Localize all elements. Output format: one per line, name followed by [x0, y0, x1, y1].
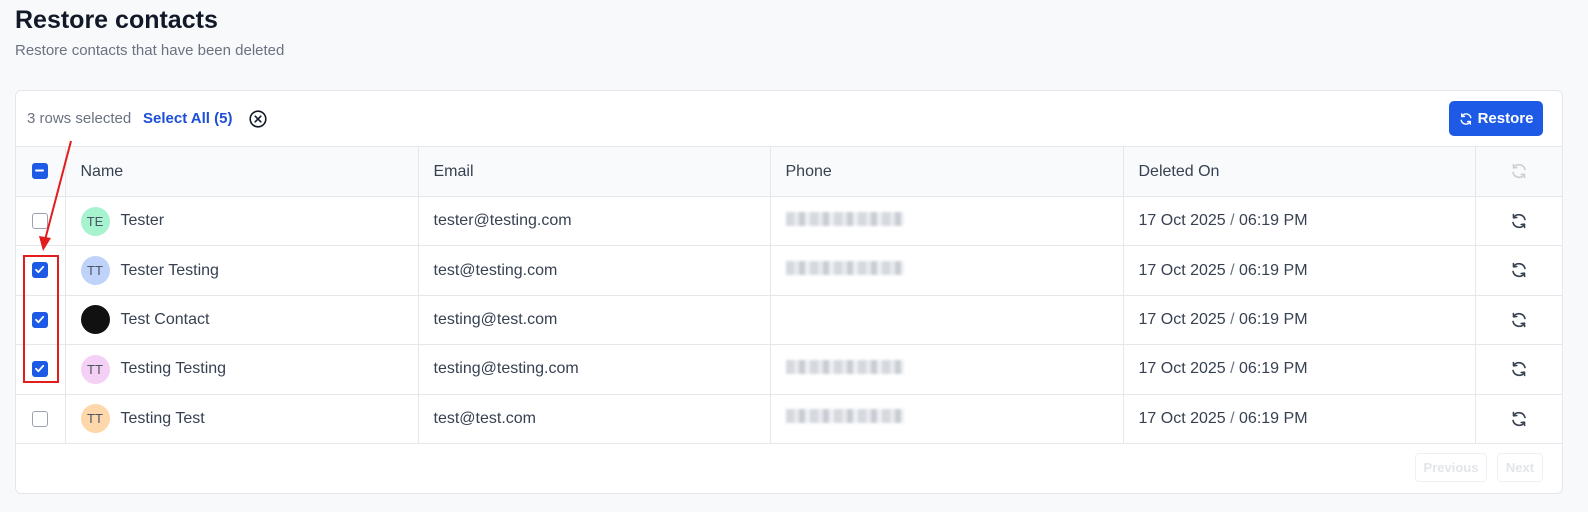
table-row[interactable]: Test Contact testing@test.com 17 Oct 2025 … — [16, 294, 1562, 345]
deleted-time: 06:19 PM — [1239, 360, 1308, 378]
phone-redacted — [785, 211, 904, 226]
deleted-date: 17 Oct 2025 — [1138, 409, 1226, 427]
refresh-icon — [1460, 112, 1472, 125]
date-separator: / — [1230, 360, 1235, 378]
row-checkbox[interactable] — [32, 212, 49, 229]
row-checkbox[interactable] — [32, 262, 49, 279]
table-header-row: Name Email Phone Deleted On — [16, 146, 1562, 197]
avatar: TT — [80, 256, 110, 286]
contact-email: testing@test.com — [417, 294, 770, 345]
previous-page-button[interactable]: Previous — [1415, 453, 1487, 482]
date-separator: / — [1230, 261, 1235, 279]
selected-count-text: 3 rows selected — [27, 110, 132, 127]
pagination: Previous Next — [1415, 453, 1543, 482]
avatar: TT — [80, 354, 110, 384]
contact-name: Tester Testing — [120, 261, 219, 279]
selection-toolbar: 3 rows selected Select All (5) Restore — [16, 91, 1562, 147]
table-row[interactable]: TT Testing Test test@test.com 17 Oct 2025 /… — [16, 393, 1562, 444]
page-subtitle: Restore contacts that have been deleted — [15, 42, 285, 59]
contact-name: Test Contact — [120, 310, 210, 328]
select-all-checkbox[interactable] — [32, 163, 49, 180]
deleted-time: 06:19 PM — [1239, 310, 1308, 328]
column-header-email[interactable]: Email — [417, 146, 770, 197]
contact-email: tester@testing.com — [417, 195, 770, 246]
restore-button-label: Restore — [1477, 110, 1534, 127]
page-title: Restore contacts — [15, 6, 218, 34]
row-restore-icon[interactable] — [1510, 360, 1528, 378]
restore-button[interactable]: Restore — [1449, 101, 1543, 136]
column-header-phone[interactable]: Phone — [769, 146, 1123, 197]
date-separator: / — [1230, 212, 1235, 230]
deleted-date: 17 Oct 2025 — [1138, 261, 1226, 279]
row-checkbox[interactable] — [32, 410, 49, 427]
avatar — [80, 305, 110, 335]
row-restore-icon[interactable] — [1510, 261, 1528, 279]
row-restore-icon[interactable] — [1510, 212, 1528, 230]
avatar: TT — [80, 404, 110, 434]
row-restore-icon[interactable] — [1510, 311, 1528, 329]
deleted-time: 06:19 PM — [1239, 409, 1308, 427]
table-row[interactable]: TT Testing Testing testing@testing.com 17 O… — [16, 344, 1562, 395]
deleted-time: 06:19 PM — [1239, 212, 1308, 230]
refresh-icon — [1510, 162, 1528, 180]
clear-selection-icon[interactable] — [248, 109, 268, 129]
contact-email: testing@testing.com — [417, 344, 770, 395]
phone-redacted — [785, 359, 904, 374]
date-separator: / — [1230, 409, 1235, 427]
contact-name: Testing Test — [120, 409, 205, 427]
select-all-link[interactable]: Select All (5) — [143, 110, 232, 127]
table-row[interactable]: TT Tester Testing test@testing.com 17 Oct 2… — [16, 245, 1562, 296]
next-page-button[interactable]: Next — [1497, 453, 1543, 482]
row-restore-icon[interactable] — [1510, 410, 1528, 428]
phone-redacted — [785, 409, 904, 424]
deleted-date: 17 Oct 2025 — [1138, 310, 1226, 328]
avatar: TE — [80, 206, 110, 236]
column-header-deleted-on[interactable]: Deleted On — [1122, 146, 1475, 197]
table-row[interactable]: TE Tester tester@testing.com 17 Oct 2025 / … — [16, 195, 1562, 246]
contact-name: Testing Testing — [120, 360, 227, 378]
contact-email: test@testing.com — [417, 245, 770, 296]
contact-email: test@test.com — [417, 393, 770, 444]
contacts-card: 3 rows selected Select All (5) Restore N… — [15, 90, 1563, 494]
row-checkbox[interactable] — [32, 311, 49, 328]
column-header-name[interactable]: Name — [64, 146, 418, 197]
contact-name: Tester — [120, 212, 165, 230]
date-separator: / — [1230, 310, 1235, 328]
contacts-table: Name Email Phone Deleted On TE Tester te… — [16, 146, 1562, 444]
deleted-date: 17 Oct 2025 — [1138, 212, 1226, 230]
deleted-date: 17 Oct 2025 — [1138, 360, 1226, 378]
row-checkbox[interactable] — [32, 361, 49, 378]
phone-redacted — [785, 261, 904, 276]
deleted-time: 06:19 PM — [1239, 261, 1308, 279]
